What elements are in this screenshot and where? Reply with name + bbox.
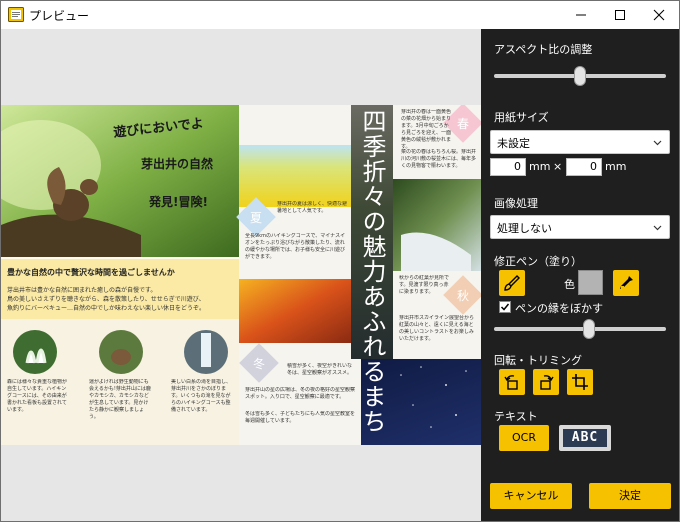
- crop-button[interactable]: [567, 369, 593, 395]
- times-sign: ×: [553, 160, 563, 173]
- maximize-button[interactable]: [602, 1, 638, 29]
- chevron-down-icon: [653, 225, 662, 231]
- blur-slider-thumb[interactable]: [582, 319, 595, 339]
- autumn-text-2: 芽出井市スカイライン展望台から紅葉の山々と、遠くに見える海との美しいコントラスト…: [399, 315, 475, 342]
- paper-size-label: 用紙サイズ: [494, 111, 549, 124]
- pen-button[interactable]: [499, 270, 525, 296]
- rotate-left-icon: [504, 375, 518, 390]
- season-char-spring: 春: [457, 117, 470, 131]
- close-button[interactable]: [641, 1, 677, 29]
- chevron-down-icon: [653, 140, 662, 146]
- spring-text-2: 菜の花の春はもちろん桜。芽出井川の河川敷の桜並木には、毎年多くの見物客で賑わいま…: [401, 149, 477, 169]
- image-processing-select[interactable]: 処理しない: [490, 215, 670, 239]
- eyedropper-button[interactable]: [613, 270, 639, 296]
- minimize-icon: [576, 14, 586, 16]
- autumn-text-1: 秋からの紅葉が見所です。見渡す限り真っ赤に染まります。: [399, 275, 450, 295]
- close-icon: [653, 9, 665, 21]
- app-icon: [8, 7, 24, 22]
- season-char-winter: 冬: [253, 357, 266, 371]
- brochure-headline: 四季折々の魅力あふれるまち: [358, 109, 386, 434]
- image-processing-label: 画像処理: [494, 197, 538, 210]
- paper-height-input[interactable]: 0: [566, 158, 602, 176]
- paper-size-value: 未設定: [497, 137, 530, 150]
- aspect-label: アスペクト比の調整: [494, 43, 593, 56]
- ok-button[interactable]: 決定: [589, 483, 671, 509]
- summer-text-1: 芽出井の夏は涼しく、快適な避暑地として人気です。: [277, 201, 347, 214]
- cancel-button[interactable]: キャンセル: [490, 483, 572, 509]
- rotate-left-button[interactable]: [499, 369, 525, 395]
- height-unit: mm: [605, 160, 627, 173]
- correction-pen-label: 修正ペン（塗り）: [494, 255, 582, 268]
- summer-text-2: 全長9kmのハイキングコースで、マイナスイオンをたっぷり浴びながら散策したり、流…: [245, 233, 346, 260]
- title-bar: プレビュー: [1, 1, 679, 29]
- handwritten-line-2: 芽出井の自然: [141, 157, 214, 171]
- rotate-right-icon: [540, 375, 554, 390]
- scanned-brochure: 四季折々の魅力あふれるまち 遊びにおいでよ 芽出井の自然 発見!冒険! 豊かな自…: [1, 105, 481, 445]
- text-label: テキスト: [494, 410, 538, 423]
- season-char-autumn: 秋: [457, 289, 470, 303]
- minimize-button[interactable]: [563, 1, 599, 29]
- blur-edge-checkbox[interactable]: [499, 301, 511, 313]
- intro-line-2: 鳥の美しいさえずりを聴きながら、森を散策したり、せせらぎで川遊び、: [7, 296, 205, 303]
- blur-slider[interactable]: [494, 327, 666, 331]
- intro-line-3: 魚釣りにバーベキュー…自然の中でしか味わえない楽しい休日をどうぞ。: [7, 305, 206, 312]
- spring-text-1: 芽出井の春は一面黄色の菜の花畑から始まります。3月中旬ごろから見ごろを迎え、一面…: [401, 109, 452, 149]
- winter-text-1: 積雪が多く、夜空がきれいな冬は、星空観察がオススメ。: [287, 363, 353, 376]
- handwritten-line-3: 発見!冒険!: [149, 195, 208, 209]
- blur-edge-label: ペンの縁をぼかす: [515, 302, 603, 315]
- paper-size-select[interactable]: 未設定: [490, 130, 670, 154]
- rotate-right-button[interactable]: [533, 369, 559, 395]
- preview-window: プレビュー 四季折々の魅力あふれるまち 遊びにおいでよ 芽出井の自然 発見!冒険…: [0, 0, 680, 522]
- text-box-button[interactable]: ABC: [559, 425, 611, 451]
- image-processing-value: 処理しない: [497, 222, 552, 235]
- pen-color-swatch[interactable]: [578, 270, 603, 295]
- brochure-banner: 豊かな自然の中で贅沢な時間を過ごしませんか: [7, 268, 175, 277]
- settings-panel: アスペクト比の調整 用紙サイズ 未設定 0 mm × 0 mm 画像処理 処理し…: [481, 29, 679, 521]
- winter-text-2: 芽出井山の星の広場は、冬の夜の格好の星空観察スポット。入り口で、星空観察に最適で…: [245, 387, 355, 400]
- image-preview-area[interactable]: 四季折々の魅力あふれるまち 遊びにおいでよ 芽出井の自然 発見!冒険! 豊かな自…: [1, 29, 481, 521]
- card-text-3: 美しい白糸の滝を目指し、芽出井川をさかのぼります。いくつもの滝を見ながらのハイキ…: [171, 379, 232, 413]
- eyedropper-icon: [620, 276, 633, 289]
- card-text-1: 森には様々な貴重な植物が自生しています。ハイキングコースには、その由来が書かれた…: [7, 379, 68, 413]
- brush-icon: [504, 275, 520, 291]
- ocr-button[interactable]: OCR: [499, 425, 549, 451]
- aspect-slider-thumb[interactable]: [574, 66, 586, 86]
- crop-icon: [572, 374, 588, 390]
- width-unit: mm: [529, 160, 551, 173]
- abc-label: ABC: [563, 429, 607, 447]
- maximize-icon: [615, 10, 625, 20]
- winter-text-3: 冬は雪も多く、子どもたちにも人気の星空教室を毎週開催しています。: [245, 411, 355, 424]
- card-text-2: 運がよければ野生動物にも会えるかも!芽出井山には鹿やカモシカ、カモシカなどが生息…: [89, 379, 151, 420]
- season-char-summer: 夏: [250, 211, 263, 225]
- intro-line-1: 芽出井市は豊かな自然に囲まれた癒しの森が自慢です。: [7, 287, 157, 294]
- rotate-trim-label: 回転・トリミング: [494, 354, 582, 367]
- check-icon: [500, 303, 510, 311]
- paper-width-input[interactable]: 0: [490, 158, 526, 176]
- color-label: 色: [564, 278, 575, 291]
- window-title: プレビュー: [29, 9, 90, 23]
